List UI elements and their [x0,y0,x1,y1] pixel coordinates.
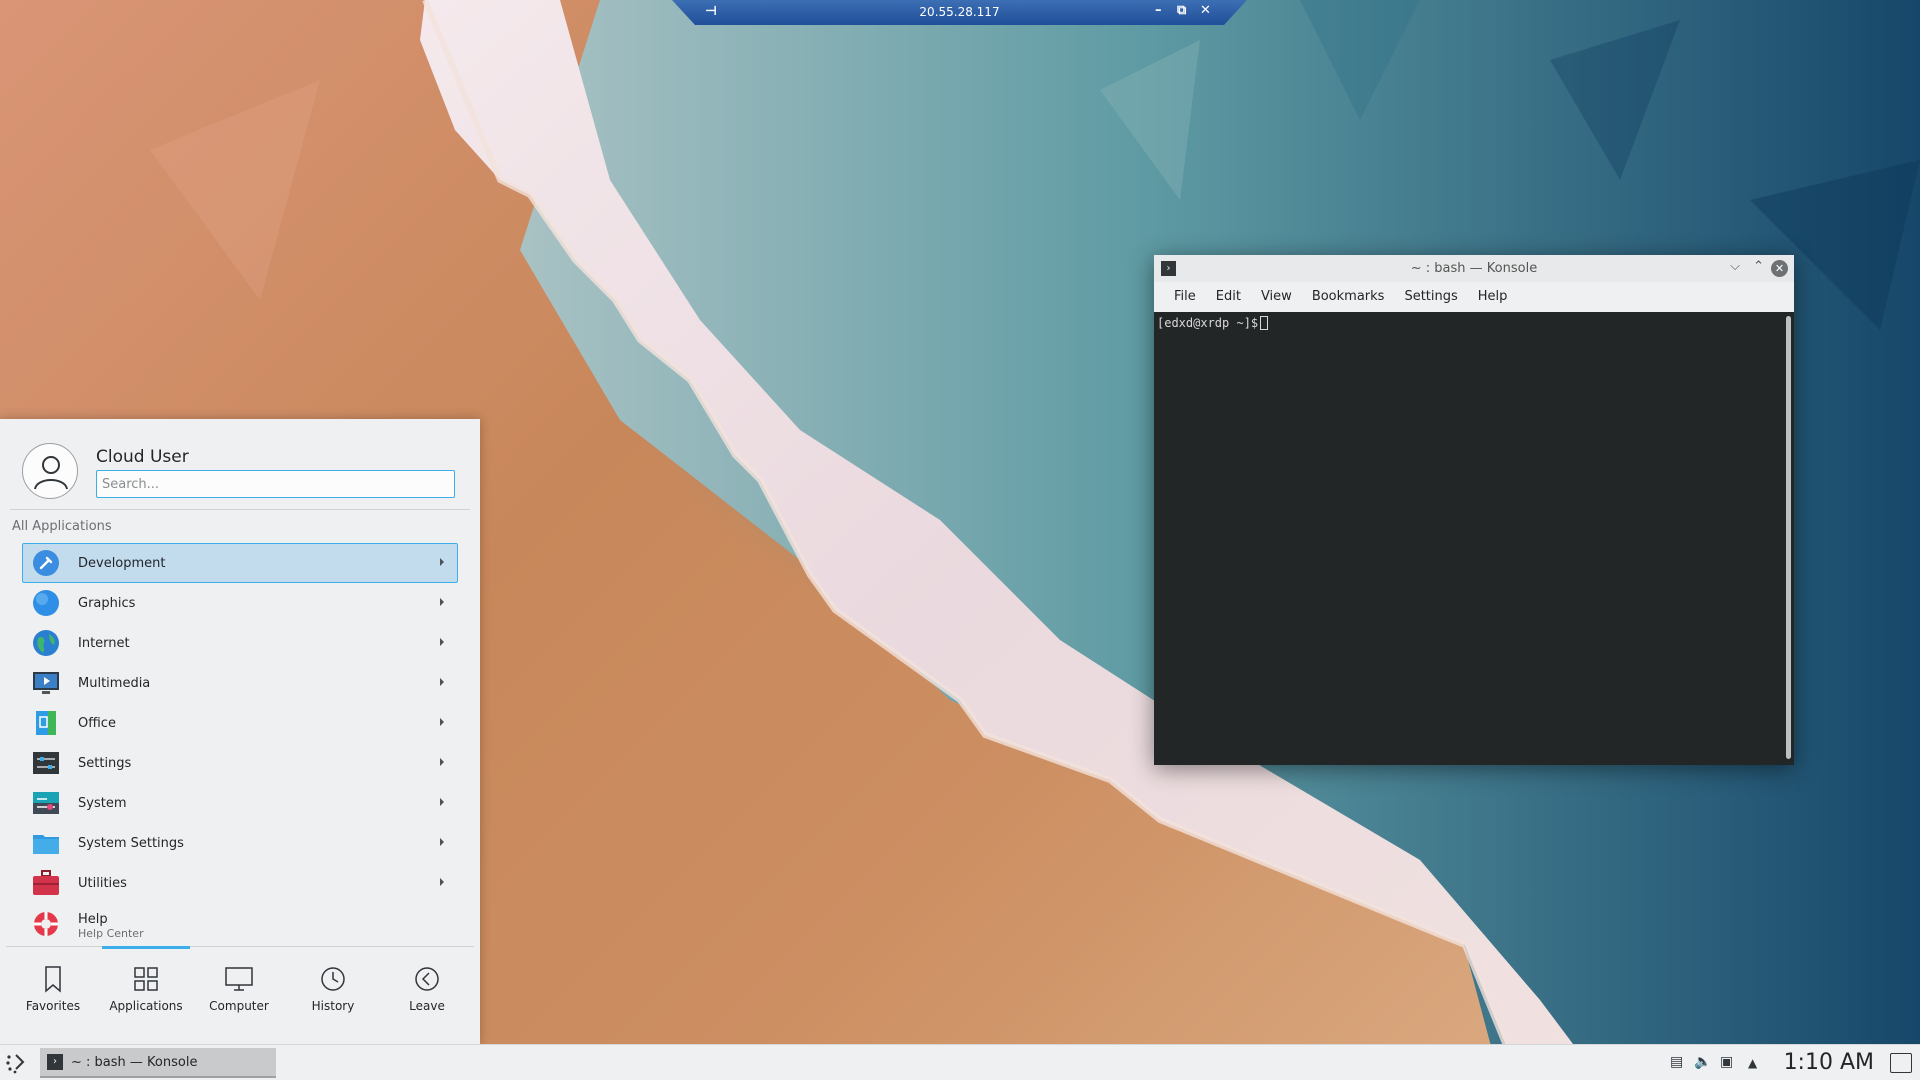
tab-label: Applications [109,999,183,1013]
konsole-task-icon: › [47,1054,63,1070]
clock-icon [321,967,345,991]
chevron-right-icon [440,638,444,646]
tab-applications[interactable]: Applications [99,965,193,1013]
category-label: Office [78,715,116,731]
terminal-prompt: [edxd@xrdp ~]$ [1157,316,1259,330]
tray-expand-icon[interactable]: ▲ [1748,1056,1757,1070]
chevron-right-icon [440,798,444,806]
chevron-right-icon [440,758,444,766]
help-icon [34,912,58,936]
close-icon[interactable]: ✕ [1771,260,1788,277]
task-label: ~ : bash — Konsole [71,1054,198,1070]
multimedia-icon [33,672,59,694]
clock[interactable]: 1:10 AM [1784,1050,1874,1075]
menu-help[interactable]: Help [1468,289,1518,304]
help-sublabel: Help Center [78,927,144,940]
category-multimedia[interactable]: Multimedia [22,663,458,703]
rdp-close-button[interactable]: ✕ [1200,3,1211,18]
tab-favorites[interactable]: Favorites [6,965,100,1013]
development-icon [33,550,59,576]
taskbar-task-konsole[interactable]: › ~ : bash — Konsole [40,1048,276,1078]
terminal-scrollbar[interactable] [1786,316,1791,759]
settings-icon [33,752,59,774]
leave-icon [415,967,439,991]
rdp-minimize-button[interactable]: – [1155,3,1162,18]
utilities-icon [33,870,59,895]
volume-muted-icon[interactable]: 🔈 [1694,1054,1711,1070]
section-label: All Applications [12,519,112,534]
tab-computer[interactable]: Computer [192,965,286,1013]
active-tab-indicator [102,946,190,949]
terminal-cursor [1260,316,1269,330]
menu-settings[interactable]: Settings [1394,289,1467,304]
network-icon[interactable]: ▣ [1720,1054,1733,1070]
menu-bookmarks[interactable]: Bookmarks [1302,289,1395,304]
category-office[interactable]: Office [22,703,458,743]
internet-icon [33,630,59,656]
category-list: Development Graphics Internet Multimedia… [0,543,480,945]
tab-label: Favorites [25,999,81,1013]
user-icon [34,456,68,490]
taskbar: › ~ : bash — Konsole ▤ 🔈 ▣ ▲ 1:10 AM [0,1044,1920,1080]
bookmark-icon [45,966,61,993]
tab-label: Leave [409,999,445,1013]
category-label: System [78,795,127,811]
menu-file[interactable]: File [1164,289,1206,304]
window-title: ~ : bash — Konsole [1410,261,1538,276]
tab-leave[interactable]: Leave [380,965,474,1013]
chevron-right-icon [440,838,444,846]
launcher-tabbar: Favorites Applications Computer History … [6,946,474,1044]
office-icon [36,711,56,735]
category-label: Development [78,555,166,571]
category-development[interactable]: Development [22,543,458,583]
chevron-right-icon [440,598,444,606]
avatar[interactable] [22,443,78,499]
menu-view[interactable]: View [1251,289,1302,304]
rdp-restore-button[interactable]: ⧉ [1177,3,1186,18]
category-system-settings[interactable]: System Settings [22,823,458,863]
user-name: Cloud User [96,447,189,467]
konsole-titlebar[interactable]: › ~ : bash — Konsole ⌵ ⌃ ✕ [1154,255,1794,282]
computer-icon [225,967,253,991]
chevron-down-icon[interactable]: ⌵ [1730,259,1740,274]
help-center-item[interactable]: Help Help Center [22,903,458,945]
chevron-right-icon [440,718,444,726]
grid-icon [134,967,158,991]
chevron-right-icon [440,558,444,566]
launcher-header: Cloud User [0,419,480,509]
konsole-menubar: File Edit View Bookmarks Settings Help [1154,282,1794,311]
search-input[interactable] [96,470,455,498]
tab-history[interactable]: History [286,965,380,1013]
category-label: Multimedia [78,675,151,691]
chevron-up-icon[interactable]: ⌃ [1753,259,1764,274]
category-label: Internet [78,635,130,651]
help-label: Help [78,912,108,927]
konsole-window: › ~ : bash — Konsole ⌵ ⌃ ✕ File Edit Vie… [1154,255,1794,765]
category-label: System Settings [78,835,184,851]
category-label: Graphics [78,595,136,611]
clipboard-icon[interactable]: ▤ [1670,1054,1683,1070]
category-settings[interactable]: Settings [22,743,458,783]
system-icon [33,792,59,814]
category-graphics[interactable]: Graphics [22,583,458,623]
terminal-area[interactable]: [edxd@xrdp ~]$ [1154,312,1794,765]
category-system[interactable]: System [22,783,458,823]
kde-launcher-icon[interactable] [4,1051,28,1075]
tab-label: Computer [209,999,269,1013]
show-desktop-icon[interactable] [1890,1053,1912,1073]
category-internet[interactable]: Internet [22,623,458,663]
menu-edit[interactable]: Edit [1206,289,1251,304]
chevron-right-icon [440,878,444,886]
application-launcher: Cloud User All Applications Development … [0,419,480,1044]
rdp-connection-bar: ⊣ 20.55.28.117 – ⧉ ✕ [672,0,1247,25]
category-utilities[interactable]: Utilities [22,863,458,903]
tab-label: History [311,999,355,1013]
category-label: Settings [78,755,132,771]
graphics-icon [33,590,59,616]
system-settings-icon [33,835,59,854]
chevron-right-icon [440,678,444,686]
category-label: Utilities [78,875,127,891]
